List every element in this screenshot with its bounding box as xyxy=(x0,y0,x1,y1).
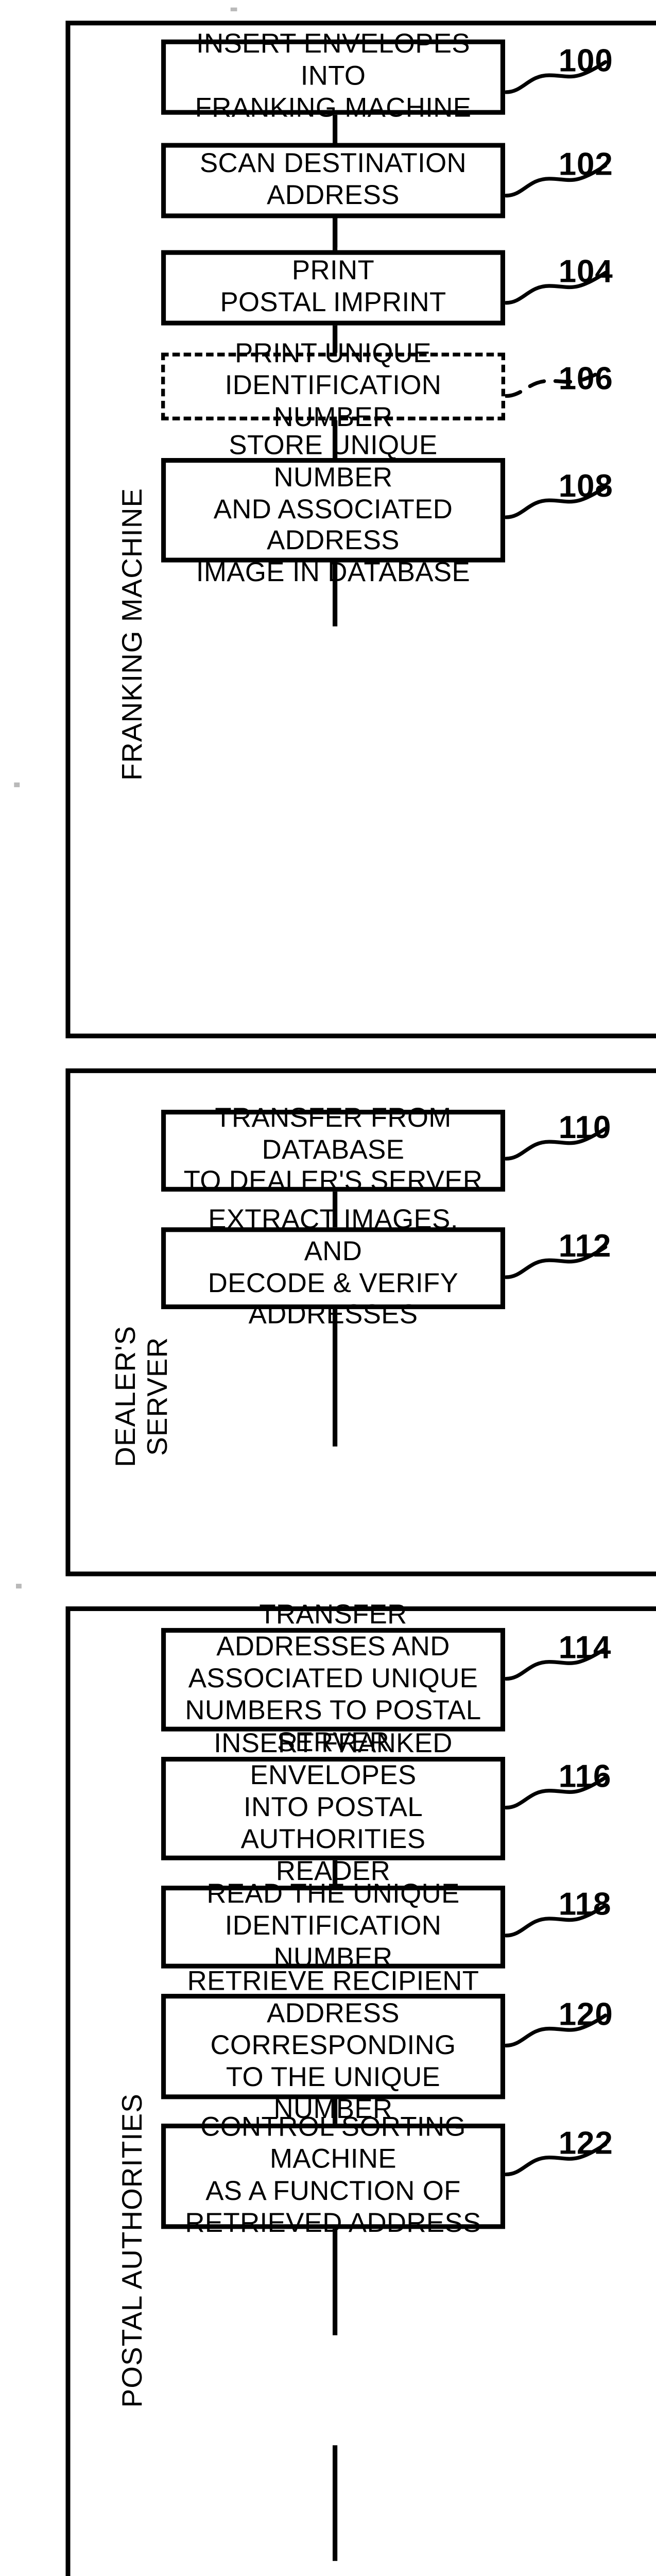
step-116-line-1: INSERT FRANKED ENVELOPES xyxy=(214,1728,453,1791)
ref-number-100: 100 xyxy=(558,43,613,79)
ref-number-104: 104 xyxy=(558,253,613,290)
step-box-118: READ THE UNIQUE IDENTIFICATION NUMBER xyxy=(161,1879,505,1973)
ref-number-112: 112 xyxy=(558,1228,612,1264)
lane-label-dealer-line-1: DEALER'S xyxy=(110,1325,142,1467)
step-108-line-3: IMAGE IN DATABASE xyxy=(196,558,471,588)
ref-number-114: 114 xyxy=(558,1630,612,1666)
lane-label-dealer-line-2: SERVER xyxy=(142,1336,173,1456)
scan-artifact xyxy=(15,1584,22,1589)
step-box-114: TRANSFER ADDRESSES AND ASSOCIATED UNIQUE… xyxy=(161,1600,505,1758)
step-box-122: CONTROL SORTING MACHINE AS A FUNCTION OF… xyxy=(161,2112,505,2238)
step-box-100: INSERT ENVELOPES INTO FRANKING MACHINE xyxy=(161,29,505,123)
step-112-line-1: EXTRACT IMAGES, AND xyxy=(208,1204,458,1267)
step-122-line-3: RETRIEVED ADDRESS xyxy=(185,2208,481,2239)
figure-canvas: FRANKING MACHINE INSERT ENVELOPES INTO F… xyxy=(0,0,656,2576)
step-box-120: RETRIEVE RECIPIENT ADDRESS CORRESPONDING… xyxy=(161,1967,505,2125)
step-box-112: EXTRACT IMAGES, AND DECODE & VERIFY ADDR… xyxy=(161,1205,505,1330)
step-box-106: PRINT UNIQUE IDENTIFICATION NUMBER xyxy=(161,338,505,433)
step-104-line-2: POSTAL IMPRINT xyxy=(220,287,446,318)
step-114-line-2: ASSOCIATED UNIQUE xyxy=(188,1664,478,1694)
step-100-line-2: FRANKING MACHINE xyxy=(195,93,472,124)
step-120-line-2: ADDRESS CORRESPONDING xyxy=(210,1998,456,2061)
step-box-110: TRANSFER FROM DATABASE TO DEALER'S SERVE… xyxy=(161,1103,505,1197)
step-112-line-2: DECODE & VERIFY ADDRESSES xyxy=(208,1268,459,1330)
step-100-line-1: INSERT ENVELOPES INTO xyxy=(196,29,470,92)
step-106-line-2: IDENTIFICATION NUMBER xyxy=(225,370,442,433)
step-118-line-1: READ THE UNIQUE xyxy=(206,1879,460,1909)
step-102-line-1: SCAN DESTINATION xyxy=(199,148,467,179)
step-110-line-2: TO DEALER'S SERVER xyxy=(183,1166,483,1197)
ref-number-118: 118 xyxy=(558,1886,612,1923)
step-box-104: PRINT POSTAL IMPRINT xyxy=(161,250,505,326)
step-120-line-1: RETRIEVE RECIPIENT xyxy=(187,1967,479,1997)
scan-artifact xyxy=(14,782,20,787)
lane-label-franking-machine: FRANKING MACHINE xyxy=(117,487,148,781)
step-116-line-2: INTO POSTAL AUTHORITIES xyxy=(240,1792,426,1855)
ref-number-102: 102 xyxy=(558,146,613,183)
step-106-line-1: PRINT UNIQUE xyxy=(235,338,431,369)
connector-120-122 xyxy=(333,2445,338,2561)
step-102-line-2: ADDRESS xyxy=(267,180,400,211)
step-108-line-1: STORE UNIQUE NUMBER xyxy=(229,430,438,493)
step-114-line-1: TRANSFER ADDRESSES AND xyxy=(216,1600,450,1662)
step-box-108: STORE UNIQUE NUMBER AND ASSOCIATED ADDRE… xyxy=(161,431,505,588)
step-118-line-2: IDENTIFICATION NUMBER xyxy=(225,1911,442,1973)
lane-label-postal-authorities: POSTAL AUTHORITIES xyxy=(117,2093,148,2408)
ref-number-120: 120 xyxy=(558,1996,613,2032)
scan-artifact xyxy=(230,7,237,11)
ref-number-122: 122 xyxy=(558,2125,613,2161)
step-110-line-1: TRANSFER FROM DATABASE xyxy=(215,1103,452,1165)
ref-number-110: 110 xyxy=(558,1110,612,1146)
step-104-line-1: PRINT xyxy=(291,256,375,286)
step-box-116: INSERT FRANKED ENVELOPES INTO POSTAL AUT… xyxy=(161,1729,505,1887)
step-box-102: SCAN DESTINATION ADDRESS xyxy=(161,143,505,218)
step-122-line-1: CONTROL SORTING MACHINE xyxy=(200,2112,466,2175)
lane-label-dealers-server: DEALER'S SERVER xyxy=(111,1326,174,1467)
ref-number-116: 116 xyxy=(558,1758,612,1795)
step-108-line-2: AND ASSOCIATED ADDRESS xyxy=(213,494,453,556)
ref-number-108: 108 xyxy=(558,468,613,504)
step-122-line-2: AS A FUNCTION OF xyxy=(205,2176,461,2207)
ref-number-106: 106 xyxy=(558,361,613,397)
